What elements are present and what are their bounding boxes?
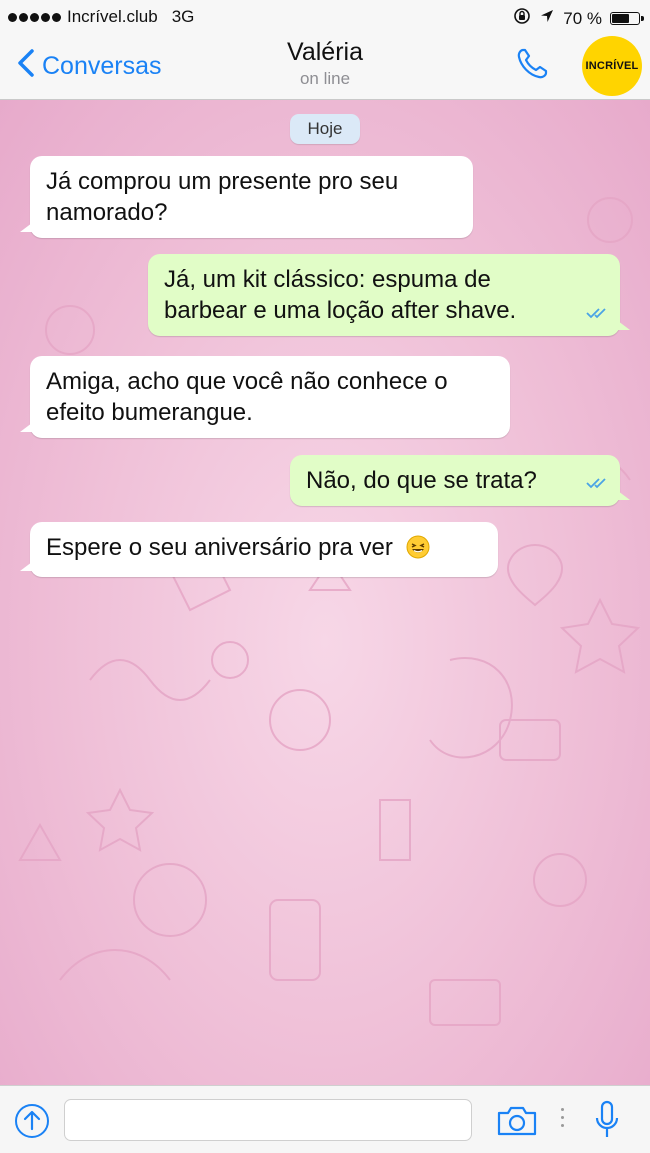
contact-status: on line (299, 69, 351, 88)
signal-strength-icon (8, 12, 61, 22)
incoming-message[interactable]: Amiga, acho que você não conhece o efeit… (20, 356, 510, 438)
message-text: Já comprou um presente pro seu namorado? (46, 168, 399, 226)
message-text: Amiga, acho que você não conhece o efeit… (46, 368, 448, 426)
contact-name: Valéria (287, 38, 363, 66)
chat-screen: Incrível.club 3G 70 % Conversas Valéria (0, 0, 650, 1153)
contact-header[interactable]: Valéria on line (0, 38, 650, 89)
phone-icon (514, 48, 550, 86)
date-separator: Hoje (290, 114, 360, 144)
navigation-bar: Conversas Valéria on line INCRÍVEL (0, 34, 650, 100)
status-bar: Incrível.club 3G 70 % (0, 0, 650, 34)
status-bar-left: Incrível.club 3G (8, 7, 194, 27)
incoming-message[interactable]: Já comprou um presente pro seu namorado? (20, 156, 473, 238)
double-check-icon (586, 296, 610, 327)
microphone-icon (594, 1100, 620, 1144)
message-text: Espere o seu aniversário pra ver (46, 534, 393, 561)
camera-icon (496, 1106, 538, 1141)
battery-level-fill (612, 14, 629, 23)
message-input[interactable] (64, 1099, 472, 1141)
chat-area[interactable]: Hoje Já comprou um presente pro seu namo… (0, 100, 650, 1085)
contact-avatar[interactable]: INCRÍVEL (582, 36, 642, 96)
message-input-bar (0, 1085, 650, 1153)
voice-message-button[interactable] (594, 1100, 620, 1145)
carrier-name: Incrível.club (67, 7, 158, 26)
call-button[interactable] (514, 46, 550, 87)
location-arrow-icon (539, 8, 555, 29)
toolbar-separator (561, 1108, 564, 1127)
outgoing-message[interactable]: Já, um kit clássico: espuma de barbear e… (148, 254, 630, 336)
message-text: Já, um kit clássico: espuma de barbear e… (164, 266, 517, 324)
attach-button[interactable] (14, 1103, 50, 1144)
chat-wallpaper-doodles (18, 197, 641, 1026)
camera-button[interactable] (496, 1105, 538, 1142)
double-check-icon (586, 466, 610, 497)
battery-percentage: 70 % (563, 8, 602, 28)
upload-icon (14, 1104, 50, 1143)
network-type: 3G (171, 7, 195, 26)
laughing-face-emoji-icon (406, 535, 430, 567)
avatar-text: INCRÍVEL (585, 60, 639, 72)
rotation-lock-icon (513, 7, 531, 30)
outgoing-message[interactable]: Não, do que se trata? (290, 455, 630, 506)
status-bar-right: 70 % (513, 7, 644, 30)
battery-icon (610, 12, 644, 25)
message-text: Não, do que se trata? (306, 467, 537, 494)
incoming-message[interactable]: Espere o seu aniversário pra ver (20, 522, 498, 577)
